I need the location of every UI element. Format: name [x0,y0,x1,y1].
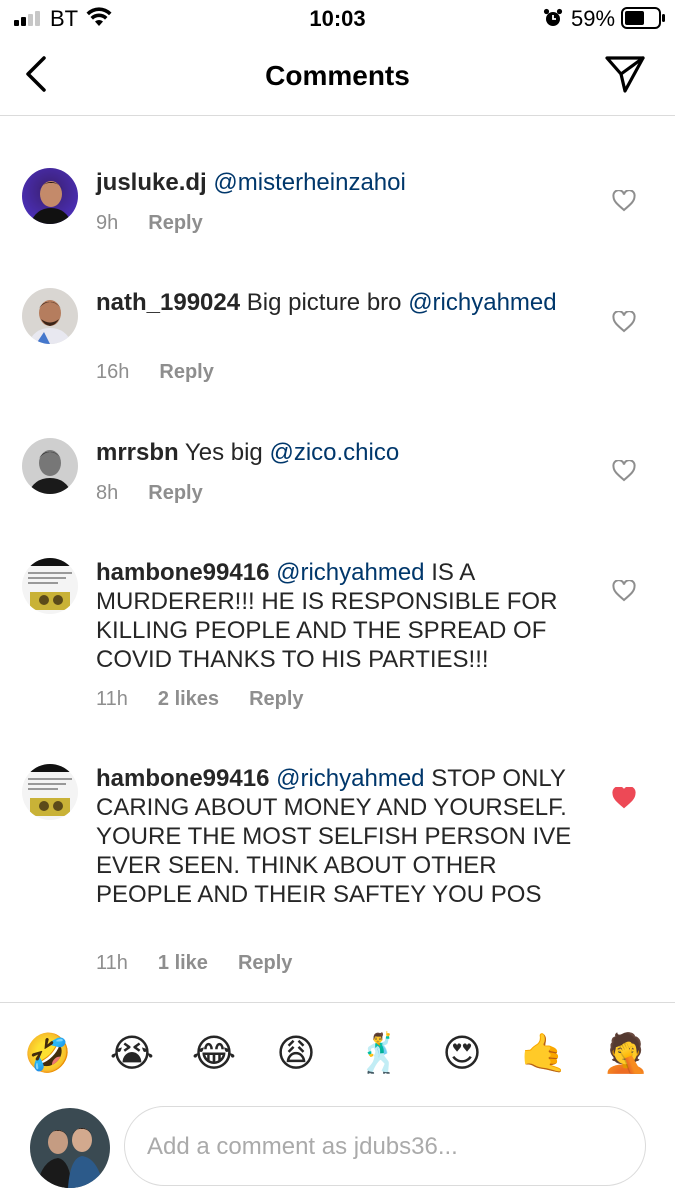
comment-item: mrrsbn Yes big @zico.chico 8h Reply [0,430,675,530]
heart-icon[interactable] [612,580,636,602]
emoji-rolling-on-floor-laughing-icon[interactable]: 🤣 [24,1029,72,1077]
comment-text: nath_199024 Big picture bro @richyahmed [96,288,576,317]
avatar[interactable] [22,168,78,224]
comment-time: 16h [96,361,130,383]
comment-mention[interactable]: @misterheinzahoi [213,169,405,196]
comment-username[interactable]: hambone99416 [96,765,269,792]
comment-body-text: Yes big [184,439,263,466]
comment-time: 11h [96,952,128,974]
comment-mention[interactable]: @richyahmed [276,765,424,792]
emoji-weary-face-icon[interactable]: 😩 [272,1029,320,1077]
comment-meta: 11h 2 likes Reply [96,688,304,711]
comment-username[interactable]: nath_199024 [96,289,240,316]
comment-time: 9h [96,212,119,234]
add-comment-input[interactable] [147,1127,617,1167]
current-user-avatar [30,1108,110,1188]
comment-meta: 8h Reply [96,482,203,505]
comment-username[interactable]: jusluke.dj [96,169,207,196]
reply-button[interactable]: Reply [148,482,202,505]
comment-username[interactable]: mrrsbn [96,439,179,466]
heart-filled-icon[interactable] [612,787,636,809]
comment-item: nath_199024 Big picture bro @richyahmed … [0,280,675,400]
comment-text: jusluke.dj @misterheinzahoi [96,168,576,197]
comment-meta: 16h Reply [96,361,214,384]
comment-username[interactable]: hambone99416 [96,559,269,586]
comment-time: 8h [96,482,119,504]
reply-button[interactable]: Reply [249,688,303,711]
reply-button[interactable]: Reply [238,952,292,975]
comment-mention[interactable]: @richyahmed [408,289,556,316]
heart-icon[interactable] [612,190,636,212]
comment-text: hambone99416 @richyahmed IS A MURDERER!!… [96,558,576,674]
heart-icon[interactable] [612,460,636,482]
reply-button[interactable]: Reply [148,212,202,235]
comment-item: hambone99416 @richyahmed STOP ONLY CARIN… [0,756,675,996]
emoji-call-me-hand-icon[interactable]: 🤙 [520,1029,568,1077]
avatar[interactable] [22,764,78,820]
comment-body-text: Big picture bro [246,289,402,316]
comment-mention[interactable]: @zico.chico [269,439,399,466]
avatar[interactable] [22,558,78,614]
comment-meta: 9h Reply [96,212,203,235]
heart-icon[interactable] [612,311,636,333]
alarm-clock-icon [543,8,563,26]
avatar[interactable] [22,288,78,344]
status-bar: BT 10:03 59% [0,0,675,38]
comment-item: jusluke.dj @misterheinzahoi 9h Reply [0,160,675,260]
comment-mention[interactable]: @richyahmed [276,559,424,586]
battery-icon [621,7,665,29]
comment-composer [124,1106,646,1186]
emoji-quick-bar: 🤣 😭 😂 😩 🕺 😍 🤙 🤦 [0,1002,675,1090]
emoji-heart-eyes-icon[interactable]: 😍 [438,1029,486,1077]
comment-time: 11h [96,688,128,710]
emoji-man-dancing-icon[interactable]: 🕺 [356,1029,404,1077]
paper-plane-icon[interactable] [604,54,646,94]
avatar[interactable] [22,438,78,494]
comment-item: hambone99416 @richyahmed IS A MURDERER!!… [0,550,675,730]
emoji-tears-of-joy-icon[interactable]: 😂 [190,1029,238,1077]
emoji-loudly-crying-icon[interactable]: 😭 [108,1029,156,1077]
battery-percentage: 59% [571,6,616,31]
comment-meta: 11h 1 like Reply [96,952,292,975]
comments-header: Comments [0,38,675,116]
page-title: Comments [265,60,410,91]
comment-text: mrrsbn Yes big @zico.chico [96,438,576,467]
comment-like-count[interactable]: 2 likes [158,688,219,711]
comment-text: hambone99416 @richyahmed STOP ONLY CARIN… [96,764,576,909]
emoji-man-facepalming-icon[interactable]: 🤦 [602,1029,650,1077]
comment-like-count[interactable]: 1 like [158,952,208,975]
reply-button[interactable]: Reply [159,361,213,384]
